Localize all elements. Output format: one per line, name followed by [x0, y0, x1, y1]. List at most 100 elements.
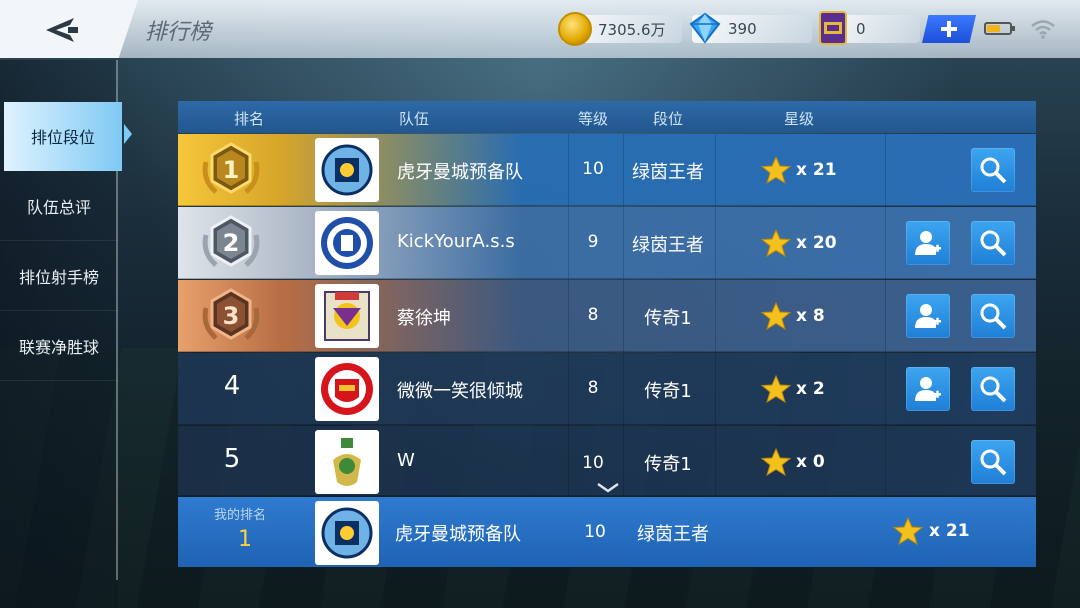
team-name: 微微一笑很倾城 — [397, 381, 523, 402]
team-crest-icon — [315, 211, 379, 275]
team-tier: 传奇1 — [644, 308, 692, 329]
card-icon — [819, 11, 847, 45]
team-name: KickYourA.s.s — [397, 231, 515, 252]
table-row[interactable]: 1 虎牙曼城预备队 10 绿茵王者 x 21 — [178, 134, 1036, 206]
my-rank-label: 我的排名 — [214, 508, 267, 523]
medal-digit: 2 — [223, 229, 240, 257]
card-value: 0 — [856, 20, 866, 38]
team-tier: 传奇1 — [644, 454, 692, 475]
team-crest-icon — [315, 138, 379, 202]
table-row[interactable]: 2 KickYourA.s.s 9 绿茵王者 x 20 — [178, 207, 1036, 279]
team-level: 8 — [587, 305, 599, 325]
view-team-button[interactable] — [971, 148, 1015, 192]
my-team-name: 虎牙曼城预备队 — [395, 524, 521, 545]
star-count: x 20 — [796, 233, 837, 253]
star-icon — [761, 228, 791, 258]
search-icon — [980, 230, 1007, 257]
search-icon — [980, 303, 1007, 330]
team-name: W — [397, 450, 415, 471]
sidebar-item-label: 队伍总评 — [26, 198, 91, 217]
medal-digit: 3 — [223, 302, 240, 330]
page-title: 排行榜 — [145, 20, 212, 45]
wifi-icon — [1031, 20, 1055, 39]
add-friend-button[interactable] — [906, 367, 950, 411]
star-count: x 0 — [796, 452, 825, 472]
team-crest-icon — [315, 430, 379, 494]
my-rank-bar: 我的排名 1 虎牙曼城预备队 10 绿茵王者 x 21 — [178, 497, 1036, 567]
star-icon — [761, 301, 791, 331]
plus-icon — [941, 21, 957, 37]
header-rank: 排名 — [233, 110, 265, 128]
bronze-medal-icon: 3 — [202, 288, 260, 340]
table-row[interactable]: 4 微微一笑很倾城 8 传奇1 x 2 — [178, 353, 1036, 425]
coin-value: 7305.6万 — [598, 20, 666, 39]
star-icon — [893, 516, 923, 546]
star-count: x 21 — [796, 160, 837, 180]
star-count: x 2 — [796, 379, 825, 399]
back-button[interactable] — [40, 12, 88, 48]
my-team-tier: 绿茵王者 — [637, 524, 709, 545]
team-tier: 绿茵王者 — [632, 162, 704, 183]
chevron-down-icon — [597, 482, 619, 493]
add-friend-button[interactable] — [906, 221, 950, 265]
sidebar-item-label: 联赛净胜球 — [18, 338, 99, 357]
medal-digit: 1 — [223, 156, 240, 184]
view-team-button[interactable] — [971, 440, 1015, 484]
view-team-button[interactable] — [971, 367, 1015, 411]
view-team-button[interactable] — [971, 294, 1015, 338]
my-star-count: x 21 — [929, 521, 970, 541]
gold-coin-icon — [558, 12, 592, 46]
sidebar-item-rank-tier[interactable]: 排位段位 — [4, 102, 122, 171]
star-icon — [761, 155, 791, 185]
team-crest-icon — [315, 501, 379, 565]
my-team-level: 10 — [584, 522, 606, 542]
coin-counter: 7305.6万 — [558, 12, 682, 46]
search-icon — [980, 376, 1007, 403]
search-icon — [980, 449, 1007, 476]
header-tier: 段位 — [652, 110, 684, 128]
header-level: 等级 — [577, 110, 609, 128]
star-icon — [761, 447, 791, 477]
team-level: 10 — [582, 453, 604, 473]
add-friend-icon — [915, 231, 941, 255]
sidebar-item-team-overall[interactable]: 队伍总评 — [0, 172, 118, 241]
header-team: 队伍 — [398, 110, 430, 128]
team-level: 9 — [587, 232, 599, 252]
table-row[interactable]: 3 蔡徐坤 8 传奇1 x 8 — [178, 280, 1036, 352]
team-crest-icon — [315, 357, 379, 421]
table-header: 排名 队伍 等级 段位 星级 — [178, 101, 1036, 133]
diamond-value: 390 — [728, 20, 757, 38]
team-tier: 绿茵王者 — [632, 235, 704, 256]
ranking-panel: 排名 队伍 等级 段位 星级 1 虎牙曼城预备队 10 绿茵王者 x 21 2 … — [178, 101, 1036, 567]
silver-medal-icon: 2 — [202, 215, 260, 267]
my-rank-number: 1 — [238, 527, 252, 552]
card-counter: 0 — [819, 11, 920, 45]
team-level: 10 — [582, 159, 604, 179]
team-name: 虎牙曼城预备队 — [397, 162, 523, 183]
star-icon — [761, 374, 791, 404]
star-count: x 8 — [796, 306, 825, 326]
sidebar-item-label: 排位射手榜 — [18, 268, 99, 287]
search-icon — [980, 157, 1007, 184]
gold-medal-icon: 1 — [202, 142, 260, 194]
sidebar-item-top-scorers[interactable]: 排位射手榜 — [0, 242, 118, 311]
recharge-plus-button[interactable] — [922, 15, 976, 43]
team-crest-icon — [315, 284, 379, 348]
rank-number: 4 — [223, 371, 241, 401]
team-name: 蔡徐坤 — [397, 308, 451, 329]
diamond-counter: 390 — [689, 12, 812, 44]
sidebar-item-goal-difference[interactable]: 联赛净胜球 — [0, 312, 118, 381]
battery-icon — [984, 22, 1015, 35]
add-friend-icon — [915, 377, 941, 401]
header-stars: 星级 — [783, 110, 815, 128]
add-friend-button[interactable] — [906, 294, 950, 338]
team-tier: 传奇1 — [644, 381, 692, 402]
rank-number: 5 — [223, 444, 241, 474]
diamond-icon — [689, 12, 721, 44]
top-bar: 排行榜 7305.6万 390 0 — [0, 0, 1080, 58]
add-friend-icon — [915, 304, 941, 328]
sidebar-item-label: 排位段位 — [30, 128, 95, 147]
team-level: 8 — [587, 378, 599, 398]
view-team-button[interactable] — [971, 221, 1015, 265]
back-arrow-icon — [46, 18, 78, 42]
